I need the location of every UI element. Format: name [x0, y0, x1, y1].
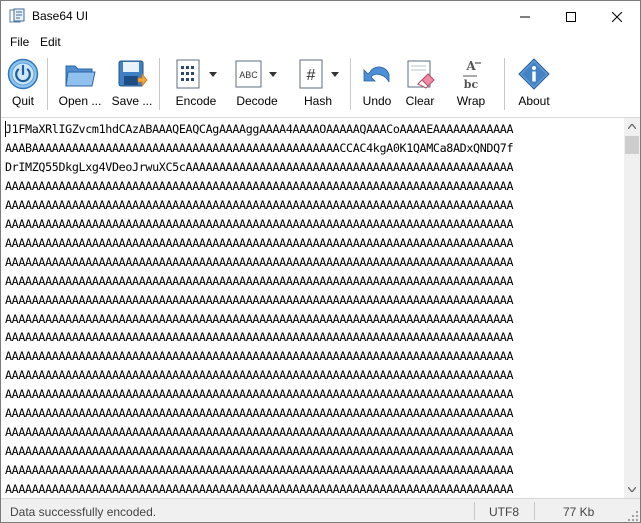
editor-line: AAAAAAAAAAAAAAAAAAAAAAAAAAAAAAAAAAAAAAAA… [5, 235, 514, 250]
toolbar: Quit Open ... Save ... Encode ABC Decode… [1, 52, 640, 118]
status-divider [474, 502, 475, 520]
editor-line: AAAAAAAAAAAAAAAAAAAAAAAAAAAAAAAAAAAAAAAA… [5, 387, 514, 402]
clear-label: Clear [405, 94, 435, 108]
menu-edit[interactable]: Edit [38, 34, 63, 50]
status-encoding: UTF8 [489, 505, 519, 519]
chevron-down-icon [628, 487, 636, 492]
hash-button[interactable]: # Hash [291, 54, 345, 112]
editor-line: AAAAAAAAAAAAAAAAAAAAAAAAAAAAAAAAAAAAAAAA… [5, 216, 514, 231]
power-icon [7, 58, 39, 90]
undo-icon [361, 58, 393, 90]
status-message: Data successfully encoded. [10, 505, 157, 519]
open-button[interactable]: Open ... [56, 54, 104, 112]
minimize-button[interactable] [502, 1, 548, 32]
svg-text:bc: bc [464, 78, 479, 90]
editor-line: AAAAAAAAAAAAAAAAAAAAAAAAAAAAAAAAAAAAAAAA… [5, 463, 514, 478]
editor-line: AAAAAAAAAAAAAAAAAAAAAAAAAAAAAAAAAAAAAAAA… [5, 178, 514, 193]
title-bar: Base64 UI [1, 1, 640, 32]
about-button[interactable]: About [513, 54, 555, 112]
encode-label: Encode [175, 94, 217, 108]
editor-line: AAAAAAAAAAAAAAAAAAAAAAAAAAAAAAAAAAAAAAAA… [5, 444, 514, 459]
window-title: Base64 UI [32, 9, 89, 23]
wrap-text-icon: A bc [455, 58, 487, 91]
menu-bar: File Edit [1, 32, 640, 52]
minimize-icon [520, 16, 530, 17]
decode-dropdown-icon[interactable] [269, 67, 277, 77]
scrollbar-thumb[interactable] [625, 136, 639, 154]
status-bar: Data successfully encoded. UTF8 77 Kb [1, 498, 640, 522]
toolbar-separator [350, 58, 351, 110]
folder-open-icon [64, 58, 96, 90]
quit-label: Quit [11, 94, 34, 108]
encode-dropdown-icon[interactable] [209, 67, 217, 77]
clear-eraser-icon [404, 58, 436, 90]
maximize-button[interactable] [548, 1, 594, 32]
svg-text:ABC: ABC [239, 70, 258, 80]
editor-line: AAAAAAAAAAAAAAAAAAAAAAAAAAAAAAAAAAAAAAAA… [5, 273, 514, 288]
close-icon [612, 11, 622, 22]
clear-button[interactable]: Clear [401, 54, 439, 112]
editor-line: AAAAAAAAAAAAAAAAAAAAAAAAAAAAAAAAAAAAAAAA… [5, 197, 514, 212]
quit-button[interactable]: Quit [4, 54, 42, 112]
save-button[interactable]: Save ... [109, 54, 155, 112]
info-icon [518, 58, 550, 90]
wrap-button[interactable]: A bc Wrap [453, 54, 489, 112]
editor-line: DrIMZQ55DkgLxg4VDeoJrwuXC5cAAAAAAAAAAAAA… [5, 159, 514, 174]
status-divider [534, 502, 535, 520]
resize-grip-icon[interactable] [628, 510, 638, 521]
scroll-up-button[interactable] [624, 118, 640, 135]
editor-line: AAAAAAAAAAAAAAAAAAAAAAAAAAAAAAAAAAAAAAAA… [5, 292, 514, 307]
editor-line: AAAAAAAAAAAAAAAAAAAAAAAAAAAAAAAAAAAAAAAA… [5, 330, 514, 345]
save-label: Save ... [111, 94, 153, 108]
editor-line: AAAAAAAAAAAAAAAAAAAAAAAAAAAAAAAAAAAAAAAA… [5, 406, 514, 421]
chevron-up-icon [628, 124, 636, 129]
editor-content: J1FMaXRlIGZvcm1hdCAzABAAAQEAQCAgAAAAggAA… [5, 120, 514, 498]
base64-text-area[interactable]: J1FMaXRlIGZvcm1hdCAzABAAAQEAQCAgAAAAggAA… [2, 118, 624, 498]
toolbar-separator [504, 58, 505, 110]
menu-file[interactable]: File [8, 34, 31, 50]
about-label: About [518, 94, 550, 108]
open-label: Open ... [58, 94, 102, 108]
editor-line: AAAAAAAAAAAAAAAAAAAAAAAAAAAAAAAAAAAAAAAA… [5, 311, 514, 326]
toolbar-separator [159, 58, 160, 110]
undo-button[interactable]: Undo [358, 54, 396, 112]
editor-line: AAAAAAAAAAAAAAAAAAAAAAAAAAAAAAAAAAAAAAAA… [5, 368, 514, 383]
text-caret [5, 121, 6, 137]
svg-text:#: # [307, 67, 316, 84]
encode-button[interactable]: Encode [167, 54, 225, 112]
editor-line: AAAAAAAAAAAAAAAAAAAAAAAAAAAAAAAAAAAAAAAA… [5, 349, 514, 364]
hash-icon: # [295, 58, 327, 90]
undo-label: Undo [362, 94, 392, 108]
editor-line: AAAAAAAAAAAAAAAAAAAAAAAAAAAAAAAAAAAAAAAA… [5, 254, 514, 269]
svg-text:A: A [465, 59, 476, 73]
status-size: 77 Kb [563, 505, 595, 519]
editor-line: AAAAAAAAAAAAAAAAAAAAAAAAAAAAAAAAAAAAAAAA… [5, 425, 514, 440]
app-window: Base64 UI File Edit Quit Open ... Save .… [0, 0, 641, 523]
encode-grid-icon [173, 58, 205, 90]
hash-label: Hash [303, 94, 332, 108]
hash-dropdown-icon[interactable] [331, 67, 339, 77]
base64-app-icon [9, 8, 25, 24]
decode-abc-icon: ABC [233, 58, 265, 90]
wrap-label: Wrap [456, 94, 486, 108]
editor-line: J1FMaXRlIGZvcm1hdCAzABAAAQEAQCAgAAAAggAA… [5, 122, 514, 136]
close-button[interactable] [594, 1, 640, 32]
save-icon [116, 58, 148, 90]
maximize-icon [566, 11, 576, 22]
toolbar-separator [47, 58, 48, 110]
editor-line: AAAAAAAAAAAAAAAAAAAAAAAAAAAAAAAAAAAAAAAA… [5, 482, 514, 497]
decode-button[interactable]: ABC Decode [229, 54, 285, 112]
decode-label: Decode [236, 94, 278, 108]
editor-line: AAABAAAAAAAAAAAAAAAAAAAAAAAAAAAAAAAAAAAA… [5, 140, 514, 155]
scroll-down-button[interactable] [624, 481, 640, 498]
vertical-scrollbar[interactable] [624, 118, 640, 498]
